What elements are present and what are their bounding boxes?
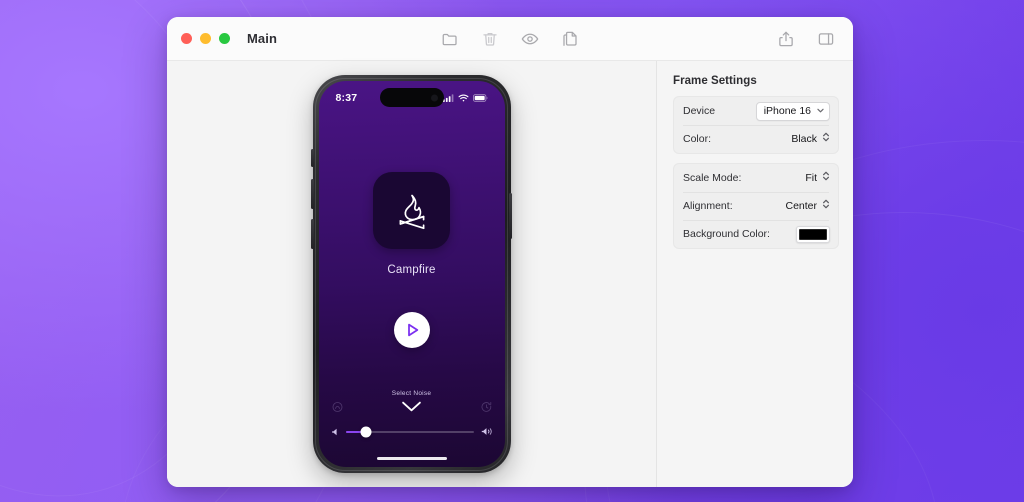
- volume-min-icon: [331, 428, 339, 436]
- eye-icon[interactable]: [521, 30, 539, 48]
- desktop-wallpaper: Main 8:37 Campfire Select Noise Frame Se…: [0, 0, 1024, 502]
- traffic-lights: [181, 33, 230, 44]
- chevron-down-icon: [816, 102, 825, 120]
- select-noise-label: Select Noise: [391, 390, 432, 397]
- preview-canvas[interactable]: 8:37 Campfire Select Noise: [167, 61, 657, 487]
- campfire-icon[interactable]: [373, 172, 450, 249]
- alignment-label: Alignment:: [683, 200, 733, 212]
- color-label: Color:: [683, 133, 712, 145]
- status-clock: 8:37: [335, 91, 358, 104]
- device-value: iPhone 16: [763, 105, 811, 117]
- phone-silent-switch: [311, 149, 314, 167]
- chevron-up-down-icon[interactable]: [822, 169, 830, 187]
- window-body: 8:37 Campfire Select Noise Frame Setting…: [167, 61, 853, 487]
- ambient-icon[interactable]: [332, 401, 343, 412]
- device-label: Device: [683, 105, 716, 117]
- device-group: Device iPhone 16 Color: Black: [673, 96, 839, 154]
- alignment-stepper[interactable]: Center: [785, 197, 830, 215]
- layout-group: Scale Mode: Fit Alignment: Center Backgr…: [673, 163, 839, 249]
- duplicate-icon[interactable]: [561, 30, 579, 48]
- background-color-label: Background Color:: [683, 228, 770, 240]
- chevron-up-down-icon[interactable]: [822, 130, 830, 148]
- scale-mode-row[interactable]: Scale Mode: Fit: [674, 164, 838, 192]
- volume-track[interactable]: [345, 426, 474, 437]
- chevron-up-down-icon[interactable]: [822, 197, 830, 215]
- scale-mode-stepper[interactable]: Fit: [805, 169, 830, 187]
- alignment-row[interactable]: Alignment: Center: [674, 192, 838, 220]
- toolbar-center-group: [441, 30, 579, 48]
- chevron-down-icon[interactable]: [401, 400, 422, 413]
- folder-icon[interactable]: [441, 30, 459, 48]
- scale-mode-label: Scale Mode:: [683, 172, 742, 184]
- toolbar-right-group: [777, 30, 835, 48]
- device-popup-button[interactable]: iPhone 16: [755, 101, 830, 121]
- color-stepper[interactable]: Black: [791, 130, 830, 148]
- close-button[interactable]: [181, 33, 192, 44]
- color-row[interactable]: Color: Black: [674, 125, 838, 153]
- background-color-well[interactable]: [796, 225, 830, 243]
- wifi-icon: [458, 94, 469, 102]
- minimize-button[interactable]: [200, 33, 211, 44]
- volume-thumb[interactable]: [360, 426, 372, 437]
- phone-volume-down-button: [311, 219, 314, 249]
- share-icon[interactable]: [777, 30, 795, 48]
- page-title: Main: [247, 31, 278, 46]
- maximize-button[interactable]: [219, 33, 230, 44]
- play-button[interactable]: [393, 312, 430, 348]
- alignment-value: Center: [785, 200, 817, 212]
- panel-title: Frame Settings: [673, 75, 757, 87]
- color-value: Black: [791, 133, 817, 145]
- volume-max-icon: [481, 427, 493, 436]
- background-color-swatch: [799, 228, 827, 240]
- phone-power-button: [509, 193, 512, 239]
- phone-volume-up-button: [311, 179, 314, 209]
- volume-slider[interactable]: [331, 426, 493, 437]
- scale-mode-value: Fit: [805, 172, 817, 184]
- sound-name-label: Campfire: [387, 264, 436, 276]
- background-color-row[interactable]: Background Color:: [674, 220, 838, 248]
- frame-settings-panel: Frame Settings Device iPhone 16 Color: B…: [657, 61, 853, 487]
- sidebar-toggle-icon[interactable]: [817, 30, 835, 48]
- trash-icon[interactable]: [481, 30, 499, 48]
- iphone-mockup[interactable]: 8:37 Campfire Select Noise: [311, 75, 512, 473]
- window-titlebar: Main: [167, 17, 853, 61]
- app-window: Main 8:37 Campfire Select Noise Frame Se…: [167, 17, 853, 487]
- noise-app-content: Campfire Select Noise: [319, 81, 505, 467]
- timer-icon[interactable]: [481, 401, 492, 412]
- battery-icon: [472, 93, 488, 102]
- status-indicators: [442, 93, 488, 102]
- phone-screen: 8:37 Campfire Select Noise: [318, 81, 505, 467]
- cellular-signal-icon: [442, 93, 454, 102]
- device-row[interactable]: Device iPhone 16: [674, 97, 838, 125]
- noise-selector-row: [319, 400, 505, 413]
- dynamic-island: [379, 88, 444, 107]
